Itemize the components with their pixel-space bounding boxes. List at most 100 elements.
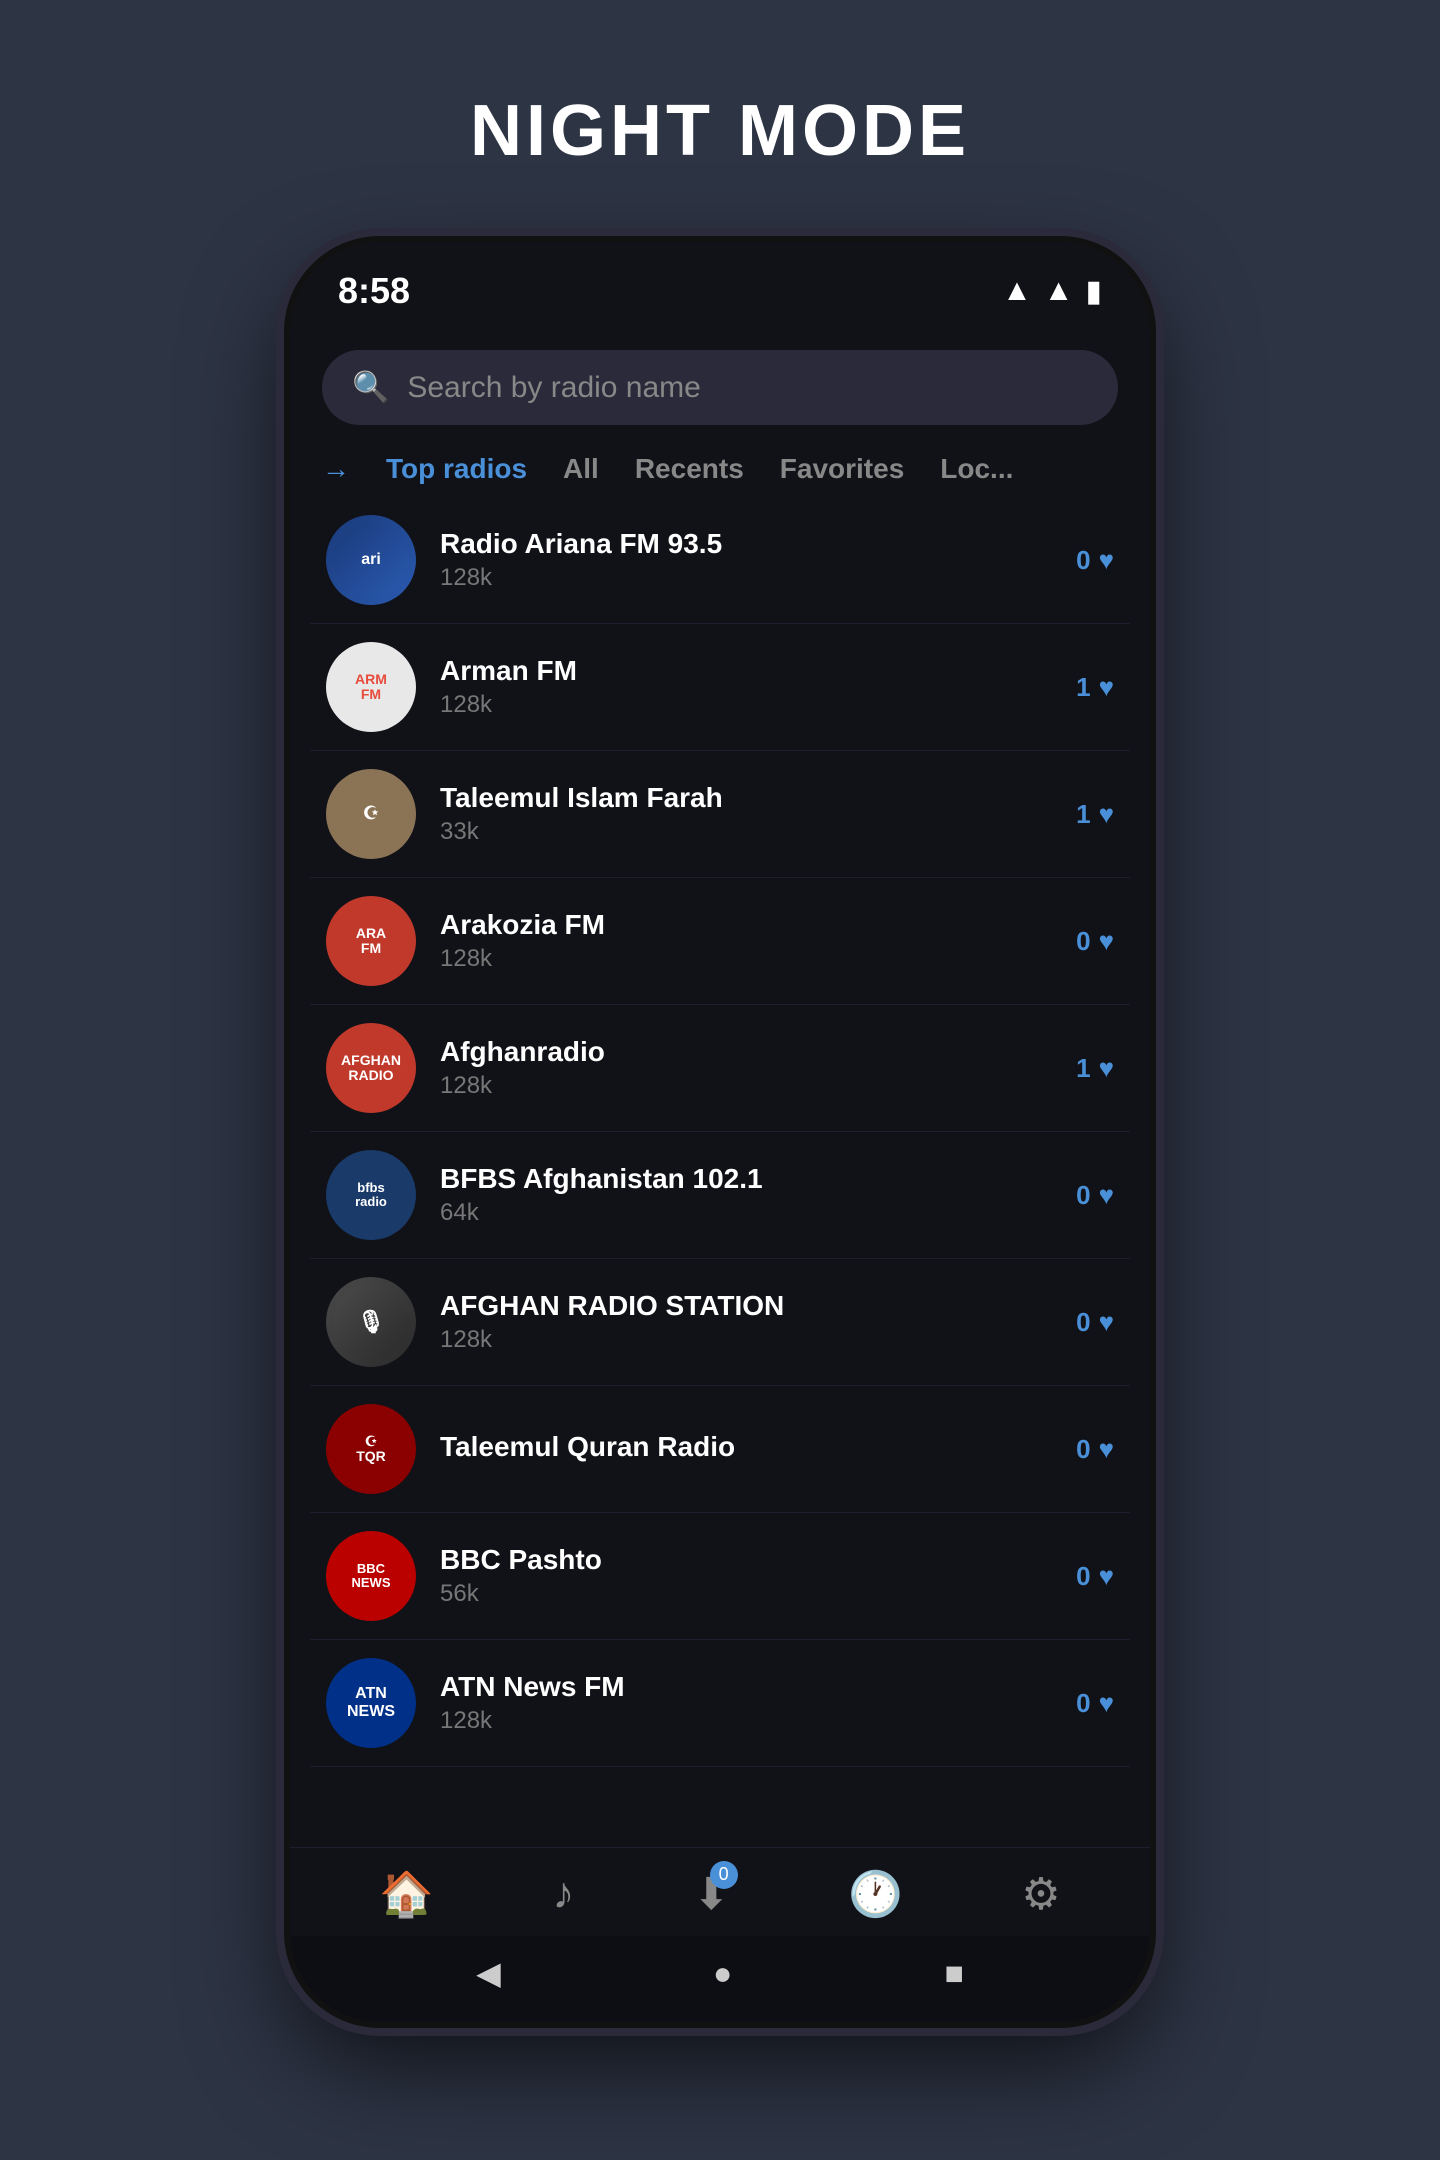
radio-likes[interactable]: 0 ♥ (1076, 1561, 1114, 1592)
radio-name: Taleemul Quran Radio (440, 1431, 1052, 1463)
radio-item[interactable]: ARAFM Arakozia FM 128k 0 ♥ (310, 878, 1130, 1005)
android-home-button[interactable]: ● (713, 1955, 732, 1992)
radio-likes[interactable]: 0 ♥ (1076, 545, 1114, 576)
radio-item[interactable]: ☪ Taleemul Islam Farah 33k 1 ♥ (310, 751, 1130, 878)
heart-icon: ♥ (1099, 1180, 1114, 1211)
android-back-button[interactable]: ◀ (476, 1954, 501, 1992)
status-bar: 8:58 ▲ ▲ ▮ (290, 242, 1150, 326)
tab-recents[interactable]: Recents (635, 453, 744, 485)
radio-name: ATN News FM (440, 1671, 1052, 1703)
radio-info: Arakozia FM 128k (440, 909, 1052, 973)
radio-item[interactable]: ☪TQR Taleemul Quran Radio 0 ♥ (310, 1386, 1130, 1513)
radio-logo: ☪ (326, 769, 416, 859)
like-count: 0 (1076, 545, 1090, 576)
radio-item[interactable]: ATNNEWS ATN News FM 128k 0 ♥ (310, 1640, 1130, 1767)
page-title: NIGHT MODE (470, 90, 970, 172)
phone-shell: 8:58 ▲ ▲ ▮ 🔍 Search by radio name → Top … (290, 242, 1150, 2022)
radio-name: Radio Ariana FM 93.5 (440, 528, 1052, 560)
radio-likes[interactable]: 0 ♥ (1076, 1434, 1114, 1465)
radio-info: BBC Pashto 56k (440, 1544, 1052, 1608)
heart-icon: ♥ (1099, 799, 1114, 830)
radio-info: Arman FM 128k (440, 655, 1052, 719)
nav-download-button[interactable]: ⬇ 0 (693, 1869, 730, 1920)
heart-icon: ♥ (1099, 926, 1114, 957)
radio-item[interactable]: bfbsradio BFBS Afghanistan 102.1 64k 0 ♥ (310, 1132, 1130, 1259)
radio-name: Taleemul Islam Farah (440, 782, 1052, 814)
radio-info: Afghanradio 128k (440, 1036, 1052, 1100)
like-count: 1 (1076, 1053, 1090, 1084)
radio-info: Taleemul Quran Radio (440, 1431, 1052, 1467)
battery-icon: ▮ (1085, 274, 1102, 309)
tab-local[interactable]: Loc... (940, 453, 1013, 485)
wifi-icon: ▲ (1002, 274, 1032, 308)
search-placeholder-text: Search by radio name (407, 371, 701, 405)
radio-list: ari Radio Ariana FM 93.5 128k 0 ♥ ARMFM (290, 497, 1150, 1847)
nav-home-button[interactable]: 🏠 (379, 1868, 434, 1920)
radio-bitrate: 128k (440, 1072, 1052, 1100)
nav-settings-button[interactable]: ⚙ (1021, 1869, 1060, 1920)
signal-icon: ▲ (1044, 274, 1074, 308)
nav-history-button[interactable]: 🕐 (848, 1868, 903, 1920)
heart-icon: ♥ (1099, 1561, 1114, 1592)
like-count: 0 (1076, 1307, 1090, 1338)
radio-bitrate: 33k (440, 818, 1052, 846)
radio-bitrate: 128k (440, 1707, 1052, 1735)
heart-icon: ♥ (1099, 672, 1114, 703)
radio-logo: bfbsradio (326, 1150, 416, 1240)
radio-name: Arman FM (440, 655, 1052, 687)
radio-name: BBC Pashto (440, 1544, 1052, 1576)
radio-item[interactable]: ari Radio Ariana FM 93.5 128k 0 ♥ (310, 497, 1130, 624)
radio-logo: 🎙 (326, 1277, 416, 1367)
radio-bitrate: 128k (440, 691, 1052, 719)
radio-likes[interactable]: 0 ♥ (1076, 1307, 1114, 1338)
tab-arrow-icon: → (322, 453, 350, 485)
radio-info: AFGHAN RADIO STATION 128k (440, 1290, 1052, 1354)
radio-item[interactable]: AFGHANRADIO Afghanradio 128k 1 ♥ (310, 1005, 1130, 1132)
radio-logo: ☪TQR (326, 1404, 416, 1494)
radio-item[interactable]: ARMFM Arman FM 128k 1 ♥ (310, 624, 1130, 751)
nav-music-button[interactable]: ♪ (552, 1869, 574, 1919)
radio-info: BFBS Afghanistan 102.1 64k (440, 1163, 1052, 1227)
radio-info: Radio Ariana FM 93.5 128k (440, 528, 1052, 592)
download-badge: 0 (710, 1861, 738, 1889)
radio-likes[interactable]: 0 ♥ (1076, 1180, 1114, 1211)
like-count: 0 (1076, 1561, 1090, 1592)
radio-likes[interactable]: 1 ♥ (1076, 1053, 1114, 1084)
radio-item[interactable]: BBCNEWS BBC Pashto 56k 0 ♥ (310, 1513, 1130, 1640)
radio-likes[interactable]: 1 ♥ (1076, 672, 1114, 703)
radio-bitrate: 128k (440, 945, 1052, 973)
heart-icon: ♥ (1099, 1688, 1114, 1719)
tab-favorites[interactable]: Favorites (780, 453, 905, 485)
heart-icon: ♥ (1099, 545, 1114, 576)
heart-icon: ♥ (1099, 1307, 1114, 1338)
radio-bitrate: 56k (440, 1580, 1052, 1608)
app-screen: 🔍 Search by radio name → Top radios All … (290, 326, 1150, 1936)
radio-logo: ARMFM (326, 642, 416, 732)
radio-logo: BBCNEWS (326, 1531, 416, 1621)
tab-top-radios[interactable]: Top radios (386, 453, 527, 485)
like-count: 0 (1076, 1180, 1090, 1211)
radio-logo: ari (326, 515, 416, 605)
radio-logo: ARAFM (326, 896, 416, 986)
android-recent-button[interactable]: ■ (945, 1955, 964, 1992)
tab-all[interactable]: All (563, 453, 599, 485)
bottom-navigation: 🏠 ♪ ⬇ 0 🕐 ⚙ (290, 1847, 1150, 1936)
radio-bitrate: 128k (440, 564, 1052, 592)
radio-item[interactable]: 🎙 AFGHAN RADIO STATION 128k 0 ♥ (310, 1259, 1130, 1386)
radio-logo: ATNNEWS (326, 1658, 416, 1748)
android-navigation: ◀ ● ■ (290, 1936, 1150, 2022)
radio-likes[interactable]: 0 ♥ (1076, 1688, 1114, 1719)
radio-bitrate: 64k (440, 1199, 1052, 1227)
search-icon: 🔍 (352, 370, 389, 405)
heart-icon: ♥ (1099, 1434, 1114, 1465)
radio-likes[interactable]: 1 ♥ (1076, 799, 1114, 830)
radio-name: Afghanradio (440, 1036, 1052, 1068)
like-count: 0 (1076, 926, 1090, 957)
radio-name: BFBS Afghanistan 102.1 (440, 1163, 1052, 1195)
radio-name: Arakozia FM (440, 909, 1052, 941)
radio-info: ATN News FM 128k (440, 1671, 1052, 1735)
radio-likes[interactable]: 0 ♥ (1076, 926, 1114, 957)
like-count: 1 (1076, 799, 1090, 830)
search-bar[interactable]: 🔍 Search by radio name (322, 350, 1118, 425)
radio-bitrate: 128k (440, 1326, 1052, 1354)
